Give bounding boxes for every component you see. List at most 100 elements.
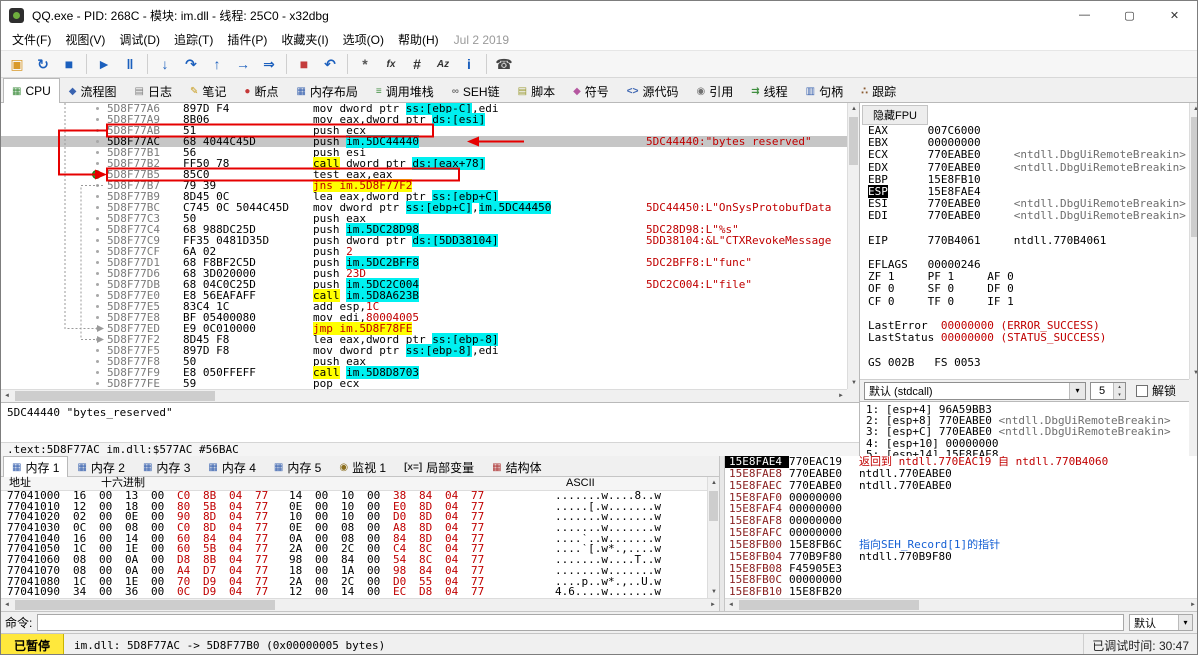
stack-panel[interactable]: 15E8FAE4 770EAC19 返回到 ntdll.770EAC19 自 ntd…: [725, 456, 1197, 598]
disasm-gutter[interactable]: [1, 323, 107, 334]
disasm-gutter[interactable]: [1, 301, 107, 312]
scroll-thumb[interactable]: [709, 491, 718, 521]
animate-into-icon[interactable]: ⇒: [257, 52, 281, 76]
memory-dump-panel[interactable]: 77041000 16 00 13 00 C0 8B 04 77 14 00 10 00 38 84 04 77…: [1, 491, 707, 598]
disassembly-panel[interactable]: 5D8F77A6 897D F4 mov dword ptr ss:[ebp-C],…: [1, 103, 847, 389]
dump-row[interactable]: 77041090 34 00 36 00 0C D9 04 77 12 00 14 00 EC D8 04 77…: [1, 586, 707, 598]
open-file-icon[interactable]: ▣: [5, 52, 29, 76]
register-line[interactable]: CF 0 TF 0 IF 1: [868, 295, 1189, 308]
tab-memory-1[interactable]: ▦ 内存 1: [3, 456, 69, 477]
disasm-gutter[interactable]: [1, 169, 107, 180]
scroll-thumb[interactable]: [15, 391, 215, 401]
scroll-thumb[interactable]: [849, 117, 858, 165]
tab-memory-2[interactable]: ▦ 内存 2: [68, 457, 133, 476]
step-out-icon[interactable]: ↑: [205, 52, 229, 76]
spin-up-icon[interactable]: ▴: [1114, 382, 1125, 391]
tab-threads[interactable]: ⇉ 线程: [742, 80, 796, 102]
info-icon[interactable]: i: [457, 52, 481, 76]
chevron-down-icon[interactable]: ▾: [1178, 615, 1192, 630]
tab-log[interactable]: ▤ 日志: [126, 80, 181, 102]
scroll-right-icon[interactable]: ►: [707, 599, 719, 611]
disasm-gutter[interactable]: [1, 345, 107, 356]
disasm-gutter[interactable]: [1, 191, 107, 202]
stack-row[interactable]: 15E8FB10 15E8FB20: [725, 586, 1197, 598]
step-over-icon[interactable]: ↷: [179, 52, 203, 76]
menu-item[interactable]: 调试(D): [112, 29, 167, 50]
tab-memory-5[interactable]: ▦ 内存 5: [265, 457, 330, 476]
restart-icon[interactable]: ↻: [31, 52, 55, 76]
disasm-gutter[interactable]: [1, 378, 107, 389]
tab-script[interactable]: ▤ 脚本: [509, 80, 564, 102]
scroll-left-icon[interactable]: ◄: [1, 599, 13, 611]
dump-horizontal-scrollbar[interactable]: ◄ ►: [1, 598, 719, 611]
strings-az-icon[interactable]: Az: [431, 52, 455, 76]
tab-watch-1[interactable]: ◉ 监视 1: [330, 457, 395, 476]
register-line[interactable]: EDI 770EABE0 <ntdll.DbgUiRemoteBreakin>: [868, 210, 1189, 222]
disasm-gutter[interactable]: [1, 268, 107, 279]
disasm-vertical-scrollbar[interactable]: ▲ ▼: [847, 103, 859, 389]
scroll-track[interactable]: [13, 390, 835, 402]
chevron-down-icon[interactable]: ▾: [1069, 382, 1085, 399]
menu-item[interactable]: 追踪(T): [167, 29, 220, 50]
tab-handles[interactable]: ▥ 句柄: [797, 80, 852, 102]
menu-item[interactable]: 收藏夹(I): [274, 29, 335, 50]
registers-scrollbar[interactable]: ▲ ▼: [1189, 103, 1197, 379]
tab-symbols[interactable]: ◆ 符号: [564, 80, 618, 102]
register-line[interactable]: EIP 770B4061 ntdll.770B4061: [868, 234, 1189, 247]
hide-fpu-button[interactable]: 隐藏FPU: [862, 105, 928, 125]
tab-graph[interactable]: ◆ 流程图: [60, 80, 126, 102]
disasm-gutter[interactable]: [1, 114, 107, 125]
pause-icon[interactable]: ‖: [118, 52, 142, 76]
command-input[interactable]: [37, 614, 1124, 631]
disasm-gutter[interactable]: [1, 279, 107, 290]
scroll-track[interactable]: [13, 599, 707, 611]
scroll-track[interactable]: [848, 115, 859, 377]
stack-row[interactable]: 15E8FAEC 770EABE0 ntdll.770EABE0: [725, 479, 1197, 492]
menu-item[interactable]: 视图(V): [58, 29, 112, 50]
run-icon[interactable]: ►: [92, 52, 116, 76]
maximize-button[interactable]: ▢: [1107, 1, 1152, 29]
disasm-gutter[interactable]: [1, 125, 107, 136]
scroll-left-icon[interactable]: ◄: [725, 599, 737, 611]
tab-breakpoints[interactable]: ● 断点: [235, 80, 287, 102]
tab-notes[interactable]: ✎ 笔记: [181, 80, 235, 102]
disasm-gutter[interactable]: [1, 356, 107, 367]
tab-memory-map[interactable]: ▦ 内存布局: [287, 80, 366, 102]
scroll-right-icon[interactable]: ►: [835, 390, 847, 402]
menu-item[interactable]: 帮助(H): [391, 29, 446, 50]
scroll-right-icon[interactable]: ►: [1187, 599, 1197, 611]
trace-back-icon[interactable]: ↶: [318, 52, 342, 76]
menu-item[interactable]: 选项(O): [336, 29, 391, 50]
disasm-gutter[interactable]: [1, 103, 107, 114]
menu-item[interactable]: 插件(P): [220, 29, 274, 50]
close-button[interactable]: ✕: [1152, 1, 1197, 29]
tab-locals[interactable]: [x=] 局部变量: [395, 457, 483, 476]
dump-vertical-scrollbar[interactable]: ▲ ▼: [707, 477, 719, 598]
minimize-button[interactable]: —: [1062, 1, 1107, 29]
spin-down-icon[interactable]: ▾: [1114, 390, 1125, 399]
tab-references[interactable]: ◉ 引用: [688, 80, 743, 102]
stack-row[interactable]: 15E8FAE8 770EABE0 ntdll.770EABE0: [725, 467, 1197, 480]
command-profile-select[interactable]: 默认 ▾: [1129, 614, 1193, 631]
disasm-gutter[interactable]: [1, 334, 107, 345]
register-line[interactable]: GS 002B FS 0053: [868, 356, 1189, 369]
tab-memory-4[interactable]: ▦ 内存 4: [199, 457, 264, 476]
tab-memory-3[interactable]: ▦ 内存 3: [134, 457, 199, 476]
scroll-track[interactable]: [708, 489, 719, 586]
disasm-horizontal-scrollbar[interactable]: ◄ ►: [1, 389, 847, 402]
disasm-row[interactable]: 5D8F77FE 59 pop ecx: [1, 378, 847, 389]
tab-source[interactable]: <> 源代码: [618, 80, 688, 102]
disasm-gutter[interactable]: [1, 136, 107, 147]
scroll-track[interactable]: [737, 599, 1187, 611]
stack-horizontal-scrollbar[interactable]: ◄ ►: [725, 598, 1197, 611]
disasm-gutter[interactable]: [1, 246, 107, 257]
tab-trace[interactable]: ∴ 跟踪: [852, 80, 905, 102]
run-to-cursor-icon[interactable]: →: [231, 52, 255, 76]
disasm-gutter[interactable]: [1, 257, 107, 268]
disasm-gutter[interactable]: [1, 224, 107, 235]
stop-debug-icon[interactable]: ■: [57, 52, 81, 76]
breakpoint-dot-icon[interactable]: [92, 170, 101, 179]
disasm-gutter[interactable]: [1, 290, 107, 301]
stop-animation-icon[interactable]: ■: [292, 52, 316, 76]
stack-args-panel[interactable]: 1: [esp+4] 96A59BB3 2: [esp+8] 770EABE0 <…: [860, 401, 1189, 456]
